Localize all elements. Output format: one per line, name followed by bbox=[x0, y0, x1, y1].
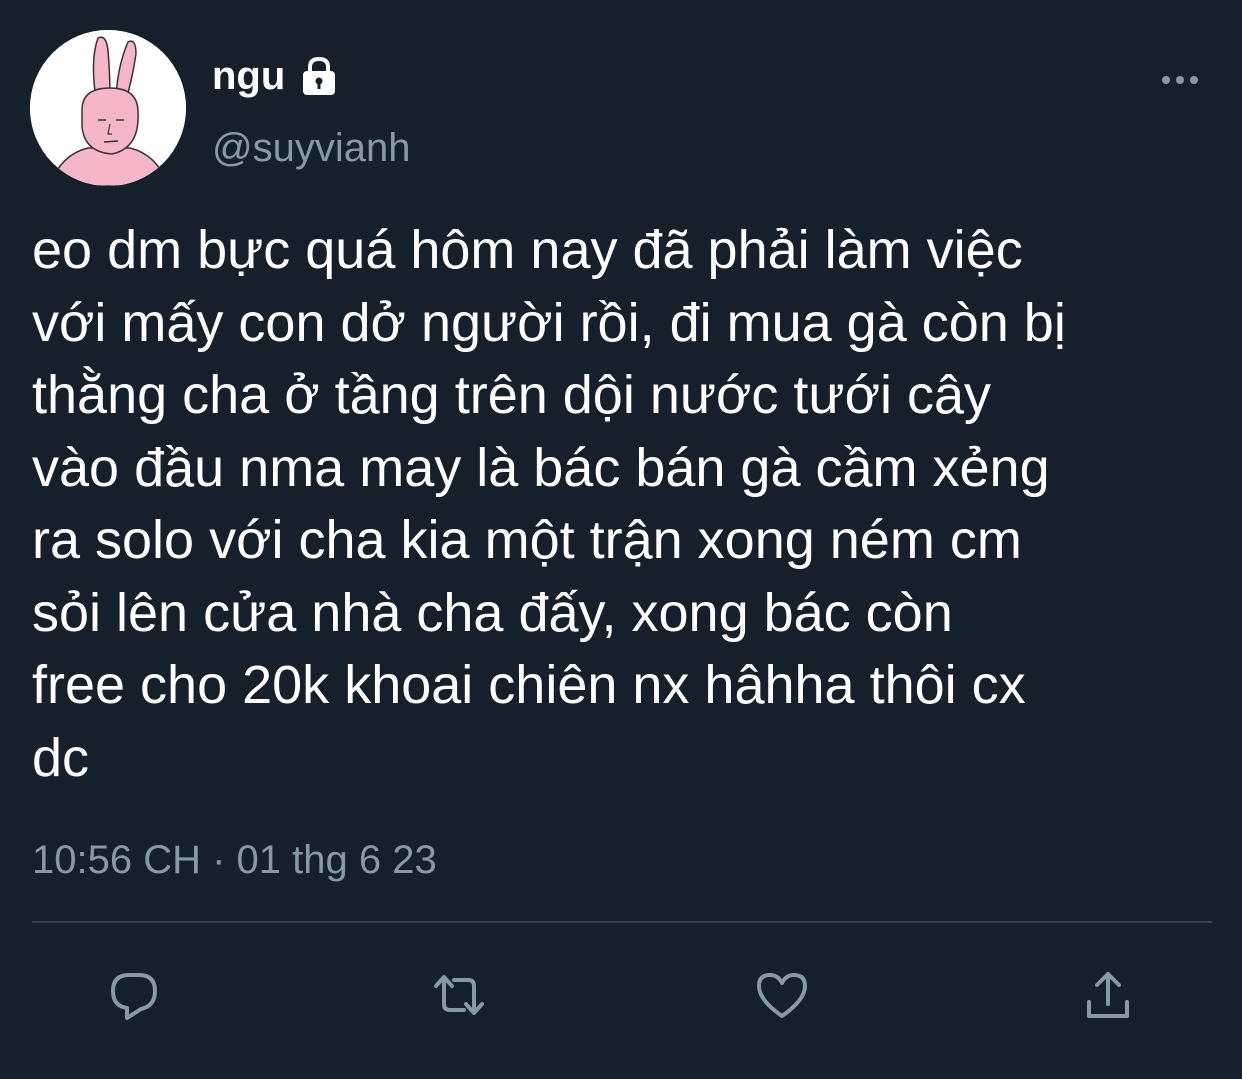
reply-button[interactable] bbox=[94, 955, 174, 1035]
more-icon[interactable] bbox=[1156, 64, 1204, 96]
share-icon bbox=[1087, 972, 1129, 1018]
avatar[interactable] bbox=[30, 30, 186, 186]
share-button[interactable] bbox=[1068, 955, 1148, 1035]
user-handle[interactable]: @suyvianh bbox=[212, 122, 410, 174]
pink-bunny-avatar-icon bbox=[30, 30, 186, 186]
action-bar bbox=[0, 955, 1242, 1035]
lock-icon bbox=[297, 54, 341, 98]
tweet-detail: ngu @suyvianh eo dm bực quá hôm nay đã p… bbox=[0, 0, 1242, 1079]
retweet-button[interactable] bbox=[419, 955, 499, 1035]
like-button[interactable] bbox=[742, 955, 822, 1035]
tweet-text: eo dm bực quá hôm nay đã phải làm việc v… bbox=[32, 220, 1066, 788]
divider bbox=[32, 921, 1212, 923]
display-name-row[interactable]: ngu bbox=[212, 50, 341, 102]
reply-icon bbox=[111, 973, 157, 1020]
retweet-icon bbox=[434, 975, 484, 1015]
display-name[interactable]: ngu bbox=[212, 50, 285, 102]
tweet-timestamp[interactable]: 10:56 CH · 01 thg 6 23 bbox=[32, 834, 437, 886]
heart-icon bbox=[757, 973, 807, 1018]
